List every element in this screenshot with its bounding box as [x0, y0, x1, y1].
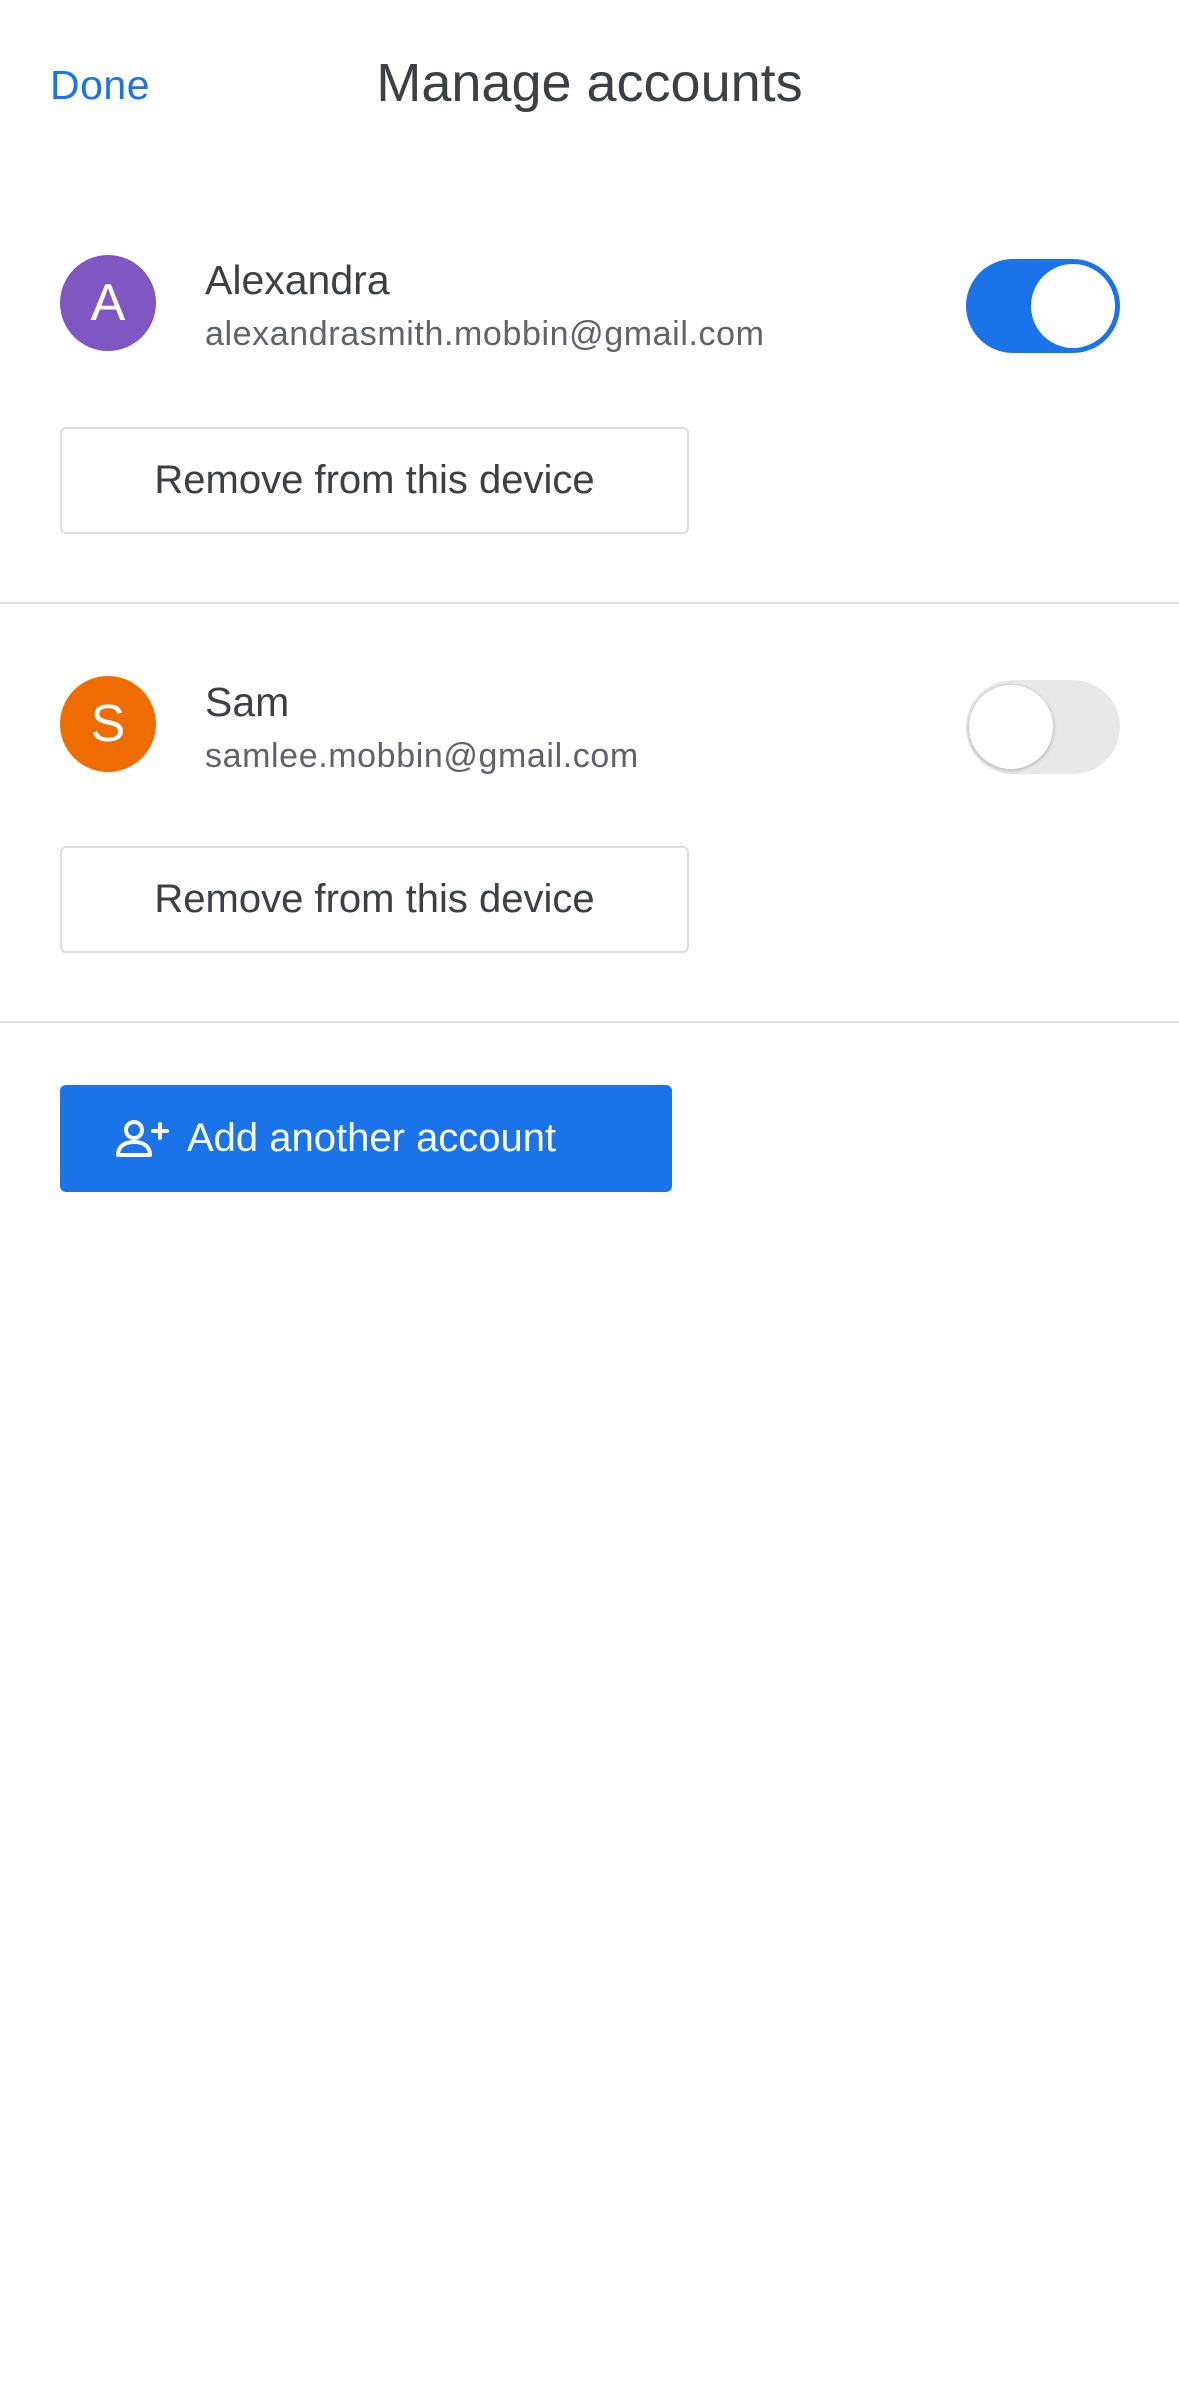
account-item-sam: S Sam samlee.mobbin@gmail.com Remove fro… — [0, 603, 1179, 1022]
divider — [0, 1021, 1179, 1023]
account-toggle[interactable] — [966, 259, 1120, 353]
toggle-knob — [969, 685, 1053, 769]
add-account-label: Add another account — [187, 1116, 557, 1160]
add-another-account-button[interactable]: Add another account — [60, 1085, 672, 1192]
account-name: Sam — [205, 679, 290, 725]
account-email: alexandrasmith.mobbin@gmail.com — [205, 315, 765, 353]
avatar: S — [60, 676, 156, 772]
remove-from-device-button[interactable]: Remove from this device — [60, 427, 689, 534]
account-name: Alexandra — [205, 257, 390, 303]
account-item-alexandra: A Alexandra alexandrasmith.mobbin@gmail.… — [0, 175, 1179, 602]
account-email: samlee.mobbin@gmail.com — [205, 737, 639, 775]
remove-from-device-button[interactable]: Remove from this device — [60, 846, 689, 953]
page-title: Manage accounts — [376, 53, 803, 113]
toggle-knob — [1031, 264, 1115, 348]
header: Done Manage accounts — [0, 0, 1179, 175]
add-person-icon — [115, 1119, 169, 1159]
avatar: A — [60, 255, 156, 351]
account-toggle[interactable] — [966, 680, 1120, 774]
